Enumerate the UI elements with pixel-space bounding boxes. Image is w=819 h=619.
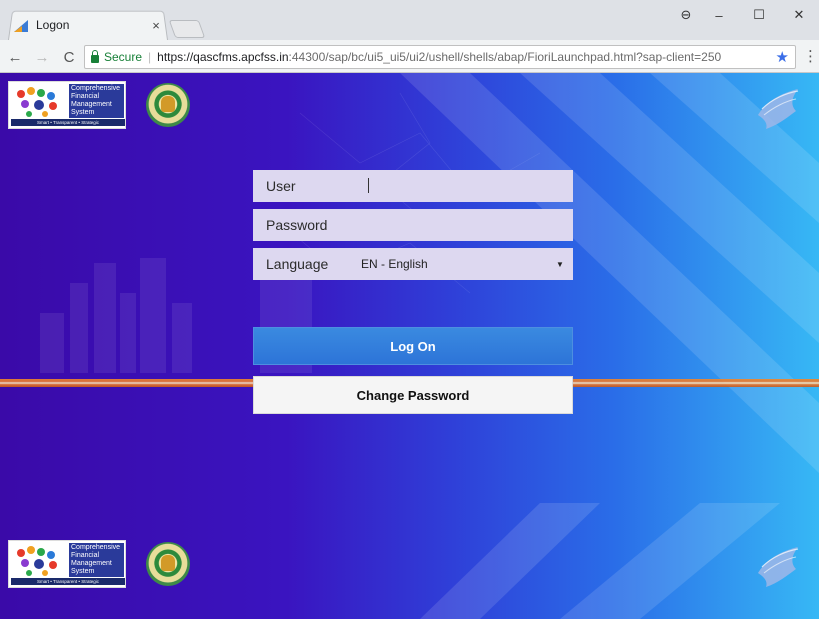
cfms-tagline: Smart • Transparent • Strategic	[11, 578, 125, 585]
url-host: https://qascfms.apcfss.in	[157, 50, 289, 64]
password-label: Password	[266, 217, 328, 233]
close-window-button[interactable]: ✕	[779, 0, 819, 30]
new-tab-button[interactable]	[168, 20, 206, 38]
browser-toolbar: ← → C Secure | https://qascfms.apcfss.in…	[0, 43, 819, 71]
bookmark-star-icon[interactable]: ★	[776, 48, 789, 66]
forward-button[interactable]: →	[30, 45, 54, 69]
tab-title: Logon	[36, 18, 70, 32]
url-path: :44300/sap/bc/ui5_ui5/ui2/ushell/shells/…	[288, 50, 722, 64]
log-on-button[interactable]: Log On	[253, 327, 573, 365]
browser-chrome: Logon × ⊖ – ☐ ✕ ← → C Secure | https://q…	[0, 0, 819, 73]
minimize-button[interactable]: –	[699, 0, 739, 30]
ap-government-seal-icon	[146, 542, 190, 586]
sap-favicon-icon	[14, 19, 28, 32]
cfms-name: Comprehensive Financial Management Syste…	[69, 543, 124, 577]
ap-government-seal-icon	[146, 83, 190, 127]
ap-map-logo-icon	[758, 89, 799, 129]
tab-close-icon[interactable]: ×	[148, 18, 164, 33]
maximize-button[interactable]: ☐	[739, 0, 779, 30]
back-button[interactable]: ←	[3, 45, 27, 69]
cfms-logo: Comprehensive Financial Management Syste…	[8, 81, 126, 129]
cfms-name: Comprehensive Financial Management Syste…	[69, 84, 124, 118]
tab-strip: Logon × ⊖ – ☐ ✕	[0, 0, 819, 40]
cfms-logo-footer: Comprehensive Financial Management Syste…	[8, 540, 126, 588]
language-label: Language	[266, 256, 329, 272]
header-logos: Comprehensive Financial Management Syste…	[8, 81, 190, 129]
user-label: User	[266, 178, 296, 194]
address-bar[interactable]: Secure | https://qascfms.apcfss.in:44300…	[84, 45, 796, 69]
password-input[interactable]	[365, 209, 573, 241]
window-controls: ⊖ – ☐ ✕	[673, 0, 819, 30]
user-input[interactable]	[365, 170, 573, 202]
secure-label: Secure	[104, 50, 143, 64]
user-field[interactable]: User	[253, 170, 573, 202]
account-icon[interactable]: ⊖	[673, 0, 699, 30]
language-select[interactable]: Language EN - English ▼	[253, 248, 573, 280]
language-value[interactable]: EN - English	[359, 257, 547, 271]
logon-form: User Password Language EN - English ▼	[253, 170, 573, 287]
cfms-tagline: Smart • Transparent • Strategic	[11, 119, 125, 126]
password-field[interactable]: Password	[253, 209, 573, 241]
cfms-flower-icon	[17, 87, 57, 117]
cfms-flower-icon	[17, 546, 57, 576]
footer-logos: Comprehensive Financial Management Syste…	[8, 540, 190, 588]
reload-button[interactable]: C	[57, 45, 81, 69]
logon-page: Comprehensive Financial Management Syste…	[0, 73, 819, 619]
change-password-button[interactable]: Change Password	[253, 376, 573, 414]
dropdown-arrow-icon[interactable]: ▼	[547, 260, 573, 269]
text-cursor	[368, 178, 369, 193]
ap-map-logo-icon	[758, 547, 799, 587]
url-separator: |	[148, 50, 152, 64]
lock-icon	[91, 49, 99, 63]
tab-logon-content[interactable]: Logon ×	[14, 14, 164, 36]
browser-menu-icon[interactable]: ⋮	[803, 47, 818, 67]
